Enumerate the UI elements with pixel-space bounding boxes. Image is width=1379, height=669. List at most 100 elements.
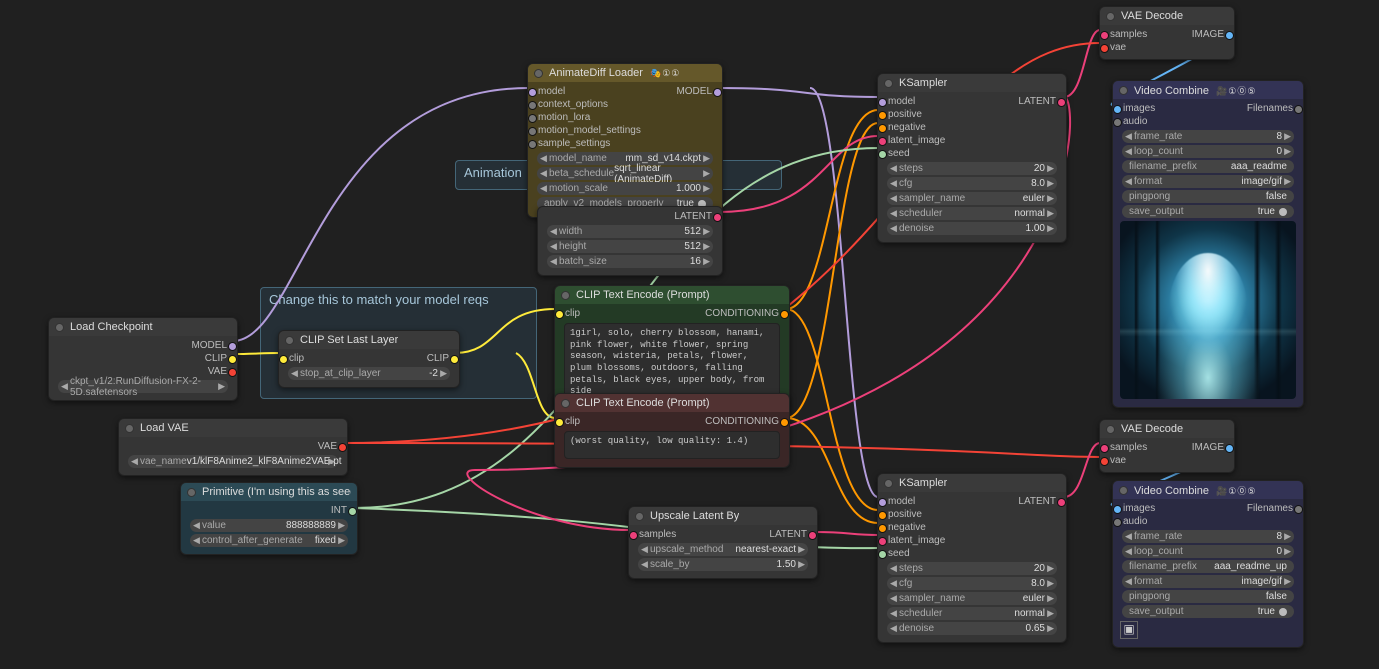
slot-label: motion_lora [538,112,590,123]
node-badges-icon: 🎥①⓪⑤ [1216,86,1256,96]
node-primitive-seed[interactable]: Primitive (I'm using this as seed) INT ◀… [180,482,358,555]
slot-label: vae [1110,455,1126,466]
output-preview-image [1120,221,1296,399]
broken-image-icon: ▣ [1120,621,1138,639]
node-video-combine-1[interactable]: Video Combine 🎥①⓪⑤ images Filenames audi… [1112,80,1304,408]
prompt-text-negative[interactable]: (worst quality, low quality: 1.4) [564,431,780,459]
node-title: Primitive (I'm using this as seed) [202,486,351,498]
control-after-generate-widget[interactable]: ◀control_after_generatefixed▶ [190,534,348,547]
node-load-checkpoint[interactable]: Load Checkpoint MODEL CLIP VAE ◀ckpt_v1/… [48,317,238,401]
scheduler-widget[interactable]: ◀schedulernormal▶ [887,607,1057,620]
slot-label: VAE [318,441,337,452]
node-graph-canvas[interactable]: { "groups":[ {"label":"Change this to ma… [0,0,1379,669]
slot-label: MODEL [676,86,712,97]
format-widget[interactable]: ◀formatimage/gif▶ [1122,575,1294,588]
ckpt-name-widget[interactable]: ◀ckpt_v1/2:RunDiffusion-FX-2-5D.safetens… [58,380,228,393]
stop-at-clip-layer-widget[interactable]: ◀stop_at_clip_layer-2▶ [288,367,450,380]
slot-label: LATENT [1018,496,1056,507]
slot-label: LATENT [1018,96,1056,107]
cfg-widget[interactable]: ◀cfg8.0▶ [887,577,1057,590]
node-title: Upscale Latent By [650,510,739,522]
node-clip-set-last-layer[interactable]: CLIP Set Last Layer clip CLIP ◀stop_at_c… [278,330,460,388]
frame-rate-widget[interactable]: ◀frame_rate8▶ [1122,130,1294,143]
scheduler-widget[interactable]: ◀schedulernormal▶ [887,207,1057,220]
motion-scale-widget[interactable]: ◀motion_scale1.000▶ [537,182,713,195]
node-title: Load VAE [140,422,189,434]
slot-label: clip [289,353,304,364]
slot-label: model [888,96,915,107]
frame-rate-widget[interactable]: ◀frame_rate8▶ [1122,530,1294,543]
save-output-widget[interactable]: save_outputtrue [1122,605,1294,618]
steps-widget[interactable]: ◀steps20▶ [887,562,1057,575]
node-title: Load Checkpoint [70,321,153,333]
node-title: Video Combine 🎥①⓪⑤ [1134,484,1256,497]
denoise-widget[interactable]: ◀denoise1.00▶ [887,222,1057,235]
slot-label: context_options [538,99,608,110]
node-title: VAE Decode [1121,10,1183,22]
slot-label: latent_image [888,135,945,146]
loop-count-widget[interactable]: ◀loop_count0▶ [1122,545,1294,558]
node-title: CLIP Set Last Layer [300,334,398,346]
slot-label: IMAGE [1192,29,1224,40]
node-title: Video Combine 🎥①⓪⑤ [1134,84,1256,97]
pingpong-widget[interactable]: pingpongfalse [1122,190,1294,203]
slot-label: latent_image [888,535,945,546]
upscale-method-widget[interactable]: ◀upscale_methodnearest-exact▶ [638,543,808,556]
slot-label: LATENT [769,529,807,540]
vae-name-widget[interactable]: ◀vae_namev1/klF8Anime2_klF8Anime2VAE.pt▶ [128,455,338,468]
loop-count-widget[interactable]: ◀loop_count0▶ [1122,145,1294,158]
node-vae-decode-1[interactable]: VAE Decode samples IMAGE vae [1099,6,1235,60]
node-load-vae[interactable]: Load VAE VAE ◀vae_namev1/klF8Anime2_klF8… [118,418,348,476]
filename-prefix-widget[interactable]: filename_prefixaaa_readme_up [1122,560,1294,573]
slot-label: positive [888,109,922,120]
slot-label: negative [888,122,926,133]
node-title: CLIP Text Encode (Prompt) [576,289,710,301]
slot-label: audio [1123,116,1147,127]
slot-label: samples [639,529,676,540]
sampler-name-widget[interactable]: ◀sampler_nameeuler▶ [887,592,1057,605]
beta-schedule-widget: ◀beta_schedulesqrt_linear (AnimateDiff)▶ [537,167,713,180]
node-ksampler-1[interactable]: KSampler model LATENT positive negative … [877,73,1067,243]
slot-label: positive [888,509,922,520]
node-video-combine-2[interactable]: Video Combine 🎥①⓪⑤ images Filenames audi… [1112,480,1304,648]
node-clip-text-encode-negative[interactable]: CLIP Text Encode (Prompt) clip CONDITION… [554,393,790,468]
width-widget[interactable]: ◀width512▶ [547,225,713,238]
seed-value-widget[interactable]: ◀value888888889▶ [190,519,348,532]
format-widget[interactable]: ◀formatimage/gif▶ [1122,175,1294,188]
slot-label: CLIP [205,353,227,364]
denoise-widget[interactable]: ◀denoise0.65▶ [887,622,1057,635]
slot-label: motion_model_settings [538,125,641,136]
slot-label: CLIP [427,353,449,364]
batch-size-widget[interactable]: ◀batch_size16▶ [547,255,713,268]
slot-label: clip [565,308,580,319]
node-empty-latent[interactable]: LATENT ◀width512▶ ◀height512▶ ◀batch_siz… [537,206,723,276]
node-animatediff-loader[interactable]: AnimateDiff Loader 🎭①① model MODEL conte… [527,63,723,218]
scale-by-widget[interactable]: ◀scale_by1.50▶ [638,558,808,571]
node-ksampler-2[interactable]: KSampler model LATENT positive negative … [877,473,1067,643]
filename-prefix-widget[interactable]: filename_prefixaaa_readme [1122,160,1294,173]
slot-label: CONDITIONING [705,308,779,319]
node-badges-icon: 🎭①① [650,68,680,78]
node-title: AnimateDiff Loader 🎭①① [549,67,680,79]
slot-label: MODEL [191,340,227,351]
node-vae-decode-2[interactable]: VAE Decode samples IMAGE vae [1099,419,1235,473]
slot-label: audio [1123,516,1147,527]
slot-label: images [1123,503,1155,514]
pingpong-widget[interactable]: pingpongfalse [1122,590,1294,603]
slot-label: seed [888,148,910,159]
group-label: Change this to match your model reqs [261,288,536,311]
steps-widget[interactable]: ◀steps20▶ [887,162,1057,175]
slot-label: LATENT [674,211,712,222]
slot-label: seed [888,548,910,559]
slot-label: IMAGE [1192,442,1224,453]
cfg-widget[interactable]: ◀cfg8.0▶ [887,177,1057,190]
node-upscale-latent-by[interactable]: Upscale Latent By samples LATENT ◀upscal… [628,506,818,579]
prompt-text-positive[interactable]: 1girl, solo, cherry blossom, hanami, pin… [564,323,780,403]
node-title: CLIP Text Encode (Prompt) [576,397,710,409]
save-output-widget[interactable]: save_outputtrue [1122,205,1294,218]
sampler-name-widget[interactable]: ◀sampler_nameeuler▶ [887,192,1057,205]
slot-label: images [1123,103,1155,114]
height-widget[interactable]: ◀height512▶ [547,240,713,253]
slot-label: INT [331,505,347,516]
slot-label: sample_settings [538,138,610,149]
